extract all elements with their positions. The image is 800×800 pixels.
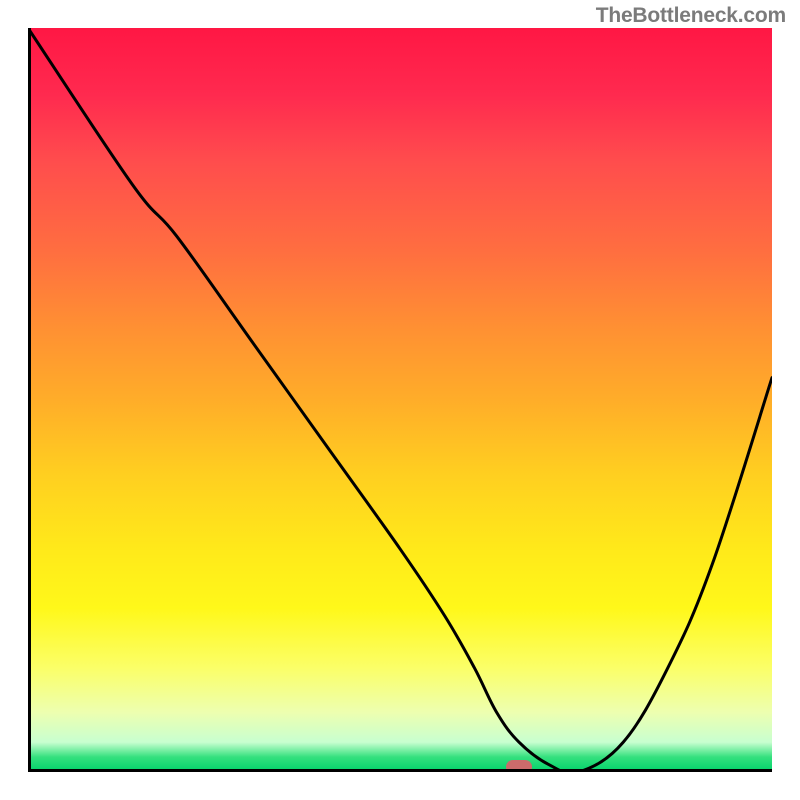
bottleneck-curve xyxy=(28,28,772,772)
bottleneck-chart: TheBottleneck.com xyxy=(0,0,800,800)
watermark-text: TheBottleneck.com xyxy=(596,4,786,28)
plot-area xyxy=(28,28,772,772)
optimal-point-marker xyxy=(506,760,532,772)
curve-layer xyxy=(28,28,772,772)
